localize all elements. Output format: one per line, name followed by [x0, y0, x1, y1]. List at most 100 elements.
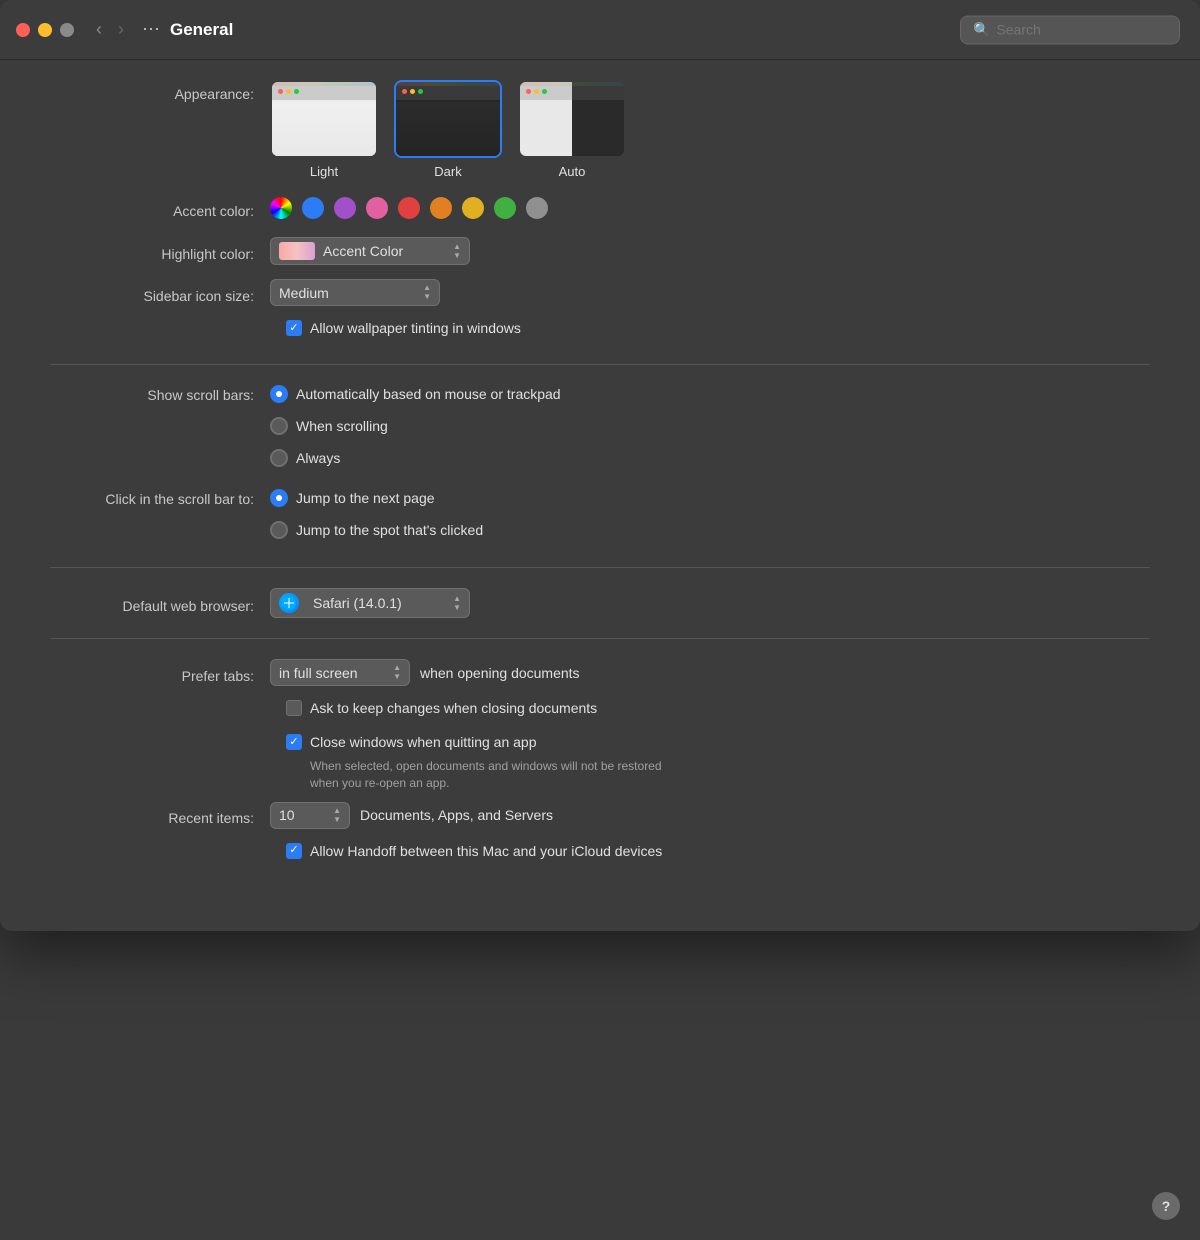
- back-arrow[interactable]: ‹: [90, 17, 108, 42]
- accent-blue[interactable]: [302, 197, 324, 219]
- accent-yellow[interactable]: [462, 197, 484, 219]
- default-browser-value: Safari (14.0.1): [313, 595, 402, 611]
- dot-green: [294, 89, 299, 94]
- ask-keep-changes-checkbox[interactable]: [286, 700, 302, 716]
- accent-color-row: Accent color:: [50, 197, 1150, 219]
- prefer-tabs-wrapper: in full screen ▲ ▼: [270, 659, 410, 686]
- accent-green[interactable]: [494, 197, 516, 219]
- search-input[interactable]: [996, 22, 1167, 38]
- scrollbars-scrolling-radio[interactable]: [270, 417, 288, 435]
- thumb-bar-dark: [396, 82, 500, 100]
- appearance-light[interactable]: Light: [270, 80, 378, 179]
- nav-arrows: ‹ ›: [90, 17, 130, 42]
- scrollbars-auto-row: Automatically based on mouse or trackpad: [270, 385, 561, 403]
- default-browser-select[interactable]: Safari (14.0.1) ▲ ▼: [270, 588, 470, 618]
- sidebar-icon-size-select[interactable]: Medium ▲ ▼: [270, 279, 440, 306]
- default-browser-wrapper: Safari (14.0.1) ▲ ▼: [270, 588, 470, 618]
- appearance-dark[interactable]: Dark: [394, 80, 502, 179]
- help-button[interactable]: ?: [1152, 1192, 1180, 1220]
- close-windows-checkbox-row: ✓ Close windows when quitting an app: [286, 734, 1150, 750]
- checkmark: ✓: [289, 323, 298, 334]
- prefer-tabs-label: Prefer tabs:: [50, 662, 270, 684]
- thumb-content-light: [272, 102, 376, 156]
- sidebar-size-chevron-icon: ▲ ▼: [423, 284, 431, 301]
- scrollbars-always-label: Always: [296, 450, 340, 466]
- recent-items-row: Recent items: 10 ▲ ▼ Documents, Apps, an…: [50, 802, 1150, 829]
- safari-logo: [282, 596, 296, 610]
- chev-up: ▲: [333, 807, 341, 815]
- grid-icon[interactable]: ⋯: [142, 19, 160, 40]
- checkmark: ✓: [289, 737, 298, 748]
- scrollbars-auto-radio[interactable]: [270, 385, 288, 403]
- handoff-label: Allow Handoff between this Mac and your …: [310, 843, 662, 859]
- ask-keep-changes-label: Ask to keep changes when closing documen…: [310, 700, 597, 716]
- handoff-row: ✓ Allow Handoff between this Mac and you…: [286, 843, 1150, 867]
- close-button[interactable]: [16, 23, 30, 37]
- close-windows-subtext: When selected, open documents and window…: [286, 758, 1150, 792]
- chev-up: ▲: [453, 243, 461, 251]
- jump-spot-radio[interactable]: [270, 521, 288, 539]
- recent-items-stepper[interactable]: 10 ▲ ▼: [270, 802, 350, 829]
- search-box[interactable]: 🔍: [960, 15, 1180, 44]
- wallpaper-tinting-checkbox[interactable]: ✓: [286, 320, 302, 336]
- forward-arrow[interactable]: ›: [112, 17, 130, 42]
- auto-thumb-bg: [520, 82, 624, 156]
- dot-yellow: [410, 89, 415, 94]
- accent-multicolor[interactable]: [270, 197, 292, 219]
- prefer-tabs-select[interactable]: in full screen ▲ ▼: [270, 659, 410, 686]
- click-scrollbar-options: Jump to the next page Jump to the spot t…: [270, 489, 483, 547]
- recent-items-suffix: Documents, Apps, and Servers: [360, 807, 553, 823]
- appearance-row: Appearance:: [50, 80, 1150, 179]
- ask-keep-changes-row: Ask to keep changes when closing documen…: [286, 700, 1150, 724]
- fullscreen-button[interactable]: [60, 23, 74, 37]
- chev-down: ▼: [393, 673, 401, 681]
- ask-keep-checkbox-row: Ask to keep changes when closing documen…: [286, 700, 597, 716]
- jump-next-page-radio[interactable]: [270, 489, 288, 507]
- highlight-color-wrapper: Accent Color ▲ ▼: [270, 237, 470, 265]
- scrollbars-scrolling-row: When scrolling: [270, 417, 561, 435]
- highlight-swatch: [279, 242, 315, 260]
- wallpaper-tinting-row: ✓ Allow wallpaper tinting in windows: [286, 320, 1150, 344]
- divider-3: [50, 638, 1150, 639]
- thumb-bar-light: [272, 82, 376, 100]
- chev-down: ▼: [333, 816, 341, 824]
- recent-items-content: 10 ▲ ▼ Documents, Apps, and Servers: [270, 802, 553, 829]
- scrollbars-auto-label: Automatically based on mouse or trackpad: [296, 386, 561, 402]
- highlight-color-select[interactable]: Accent Color ▲ ▼: [270, 237, 470, 265]
- handoff-checkbox[interactable]: ✓: [286, 843, 302, 859]
- jump-next-page-row: Jump to the next page: [270, 489, 483, 507]
- accent-graphite[interactable]: [526, 197, 548, 219]
- sidebar-icon-size-value: Medium: [279, 285, 329, 301]
- accent-color-label: Accent color:: [50, 197, 270, 219]
- jump-spot-label: Jump to the spot that's clicked: [296, 522, 483, 538]
- chev-up: ▲: [393, 664, 401, 672]
- scrollbars-always-radio[interactable]: [270, 449, 288, 467]
- divider-2: [50, 567, 1150, 568]
- dot-green: [418, 89, 423, 94]
- appearance-auto[interactable]: Auto: [518, 80, 626, 179]
- recent-items-chevron-icon: ▲ ▼: [333, 807, 341, 824]
- traffic-lights: [16, 23, 74, 37]
- titlebar: ‹ › ⋯ General 🔍: [0, 0, 1200, 60]
- prefer-tabs-row: Prefer tabs: in full screen ▲ ▼ when ope…: [50, 659, 1150, 686]
- close-windows-checkbox[interactable]: ✓: [286, 734, 302, 750]
- accent-red[interactable]: [398, 197, 420, 219]
- highlight-chevron-icon: ▲ ▼: [453, 243, 461, 260]
- accent-orange[interactable]: [430, 197, 452, 219]
- jump-spot-row: Jump to the spot that's clicked: [270, 521, 483, 539]
- accent-purple[interactable]: [334, 197, 356, 219]
- click-scrollbar-row: Click in the scroll bar to: Jump to the …: [50, 489, 1150, 547]
- chev-down: ▼: [423, 293, 431, 301]
- sidebar-icon-size-label: Sidebar icon size:: [50, 282, 270, 304]
- accent-pink[interactable]: [366, 197, 388, 219]
- show-scrollbars-row: Show scroll bars: Automatically based on…: [50, 385, 1150, 475]
- chev-down: ▼: [453, 604, 461, 612]
- content-area: Appearance:: [0, 60, 1200, 931]
- highlight-color-value: Accent Color: [323, 243, 403, 259]
- highlight-color-label: Highlight color:: [50, 240, 270, 262]
- page-title: General: [170, 20, 233, 40]
- minimize-button[interactable]: [38, 23, 52, 37]
- prefer-tabs-suffix: when opening documents: [420, 665, 580, 681]
- default-browser-label: Default web browser:: [50, 592, 270, 614]
- wallpaper-checkbox-row: ✓ Allow wallpaper tinting in windows: [286, 320, 521, 336]
